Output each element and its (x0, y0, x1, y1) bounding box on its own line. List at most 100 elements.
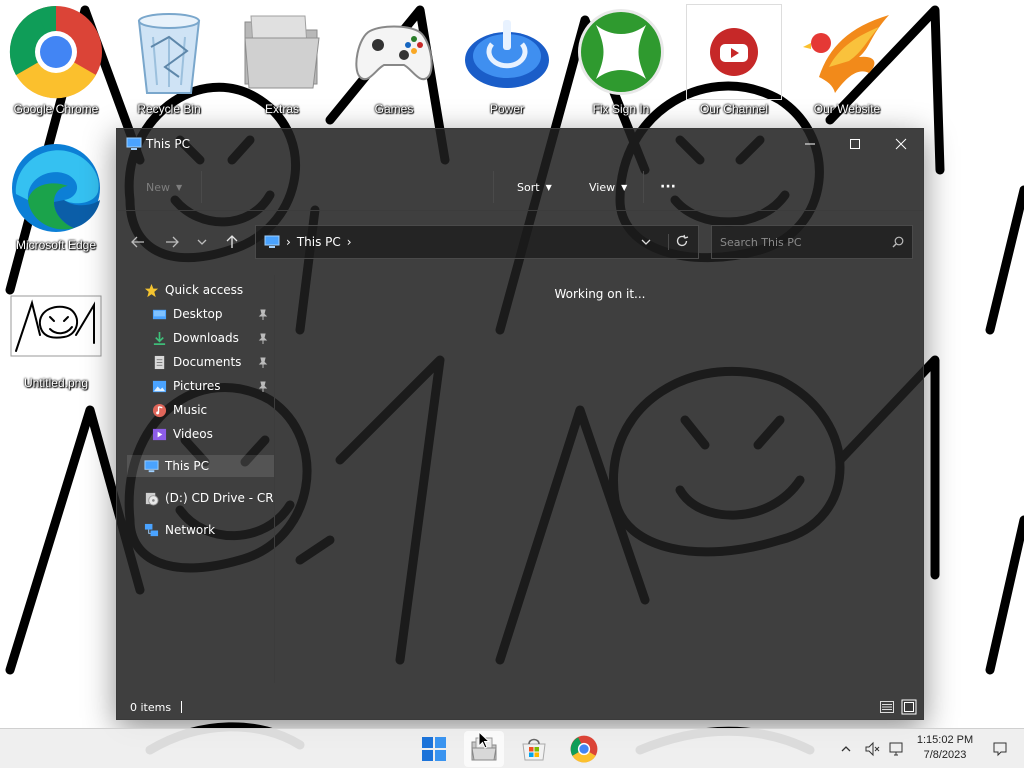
refresh-icon (676, 234, 688, 247)
command-bar: New ▼ Sort ▼ View ▼ ··· (117, 159, 923, 211)
nav-label: Music (173, 403, 208, 417)
nav-item-videos[interactable]: Videos (151, 423, 213, 445)
desktop-icon-recycle-bin[interactable]: Recycle Bin (117, 4, 221, 124)
address-bar[interactable]: › This PC › (255, 225, 699, 259)
download-icon (151, 330, 167, 346)
close-button[interactable] (878, 129, 924, 159)
taskbar: 1:15:02 PM 7/8/2023 (0, 728, 1024, 768)
file-explorer-window[interactable]: This PC New ▼ Sort ▼ View ▼ ··· › This P… (116, 128, 924, 720)
desktop-icon-label: Fix Sign In (592, 102, 650, 116)
new-label: New (146, 180, 170, 194)
breadcrumb-separator[interactable]: › (347, 235, 352, 249)
notifications-button[interactable] (992, 741, 1008, 757)
nav-label: (D:) CD Drive - CRM (165, 491, 275, 505)
desktop-icon-google-chrome[interactable]: Google Chrome (4, 4, 108, 124)
desktop-icon-label: Extras (264, 102, 299, 116)
breadcrumb-separator[interactable]: › (286, 235, 291, 249)
mouse-cursor-icon (478, 731, 490, 749)
nav-item-this-pc[interactable]: This PC (127, 455, 274, 477)
clock-date: 7/8/2023 (923, 749, 967, 761)
cd-drive-icon (143, 490, 159, 506)
toolbar-divider (643, 171, 644, 203)
search-icon (892, 236, 904, 251)
show-hidden-icons-button[interactable] (838, 741, 854, 757)
nav-label: Network (165, 523, 216, 537)
maximize-button[interactable] (832, 129, 878, 159)
close-icon (895, 138, 907, 150)
nav-item-cd-drive[interactable]: (D:) CD Drive - CRM (143, 487, 275, 509)
desktop-icon-games[interactable]: Games (342, 4, 446, 124)
breadcrumb-this-pc[interactable]: This PC (297, 235, 341, 249)
file-list-area[interactable]: Working on it... (276, 275, 923, 683)
desktop-icon (151, 306, 167, 322)
chevron-down-icon: ▼ (545, 182, 552, 192)
details-view-icon[interactable] (879, 699, 895, 715)
music-icon (151, 402, 167, 418)
title-bar[interactable]: This PC (117, 129, 923, 159)
up-button[interactable] (221, 231, 243, 253)
desktop-icon-power[interactable]: Power (455, 4, 559, 124)
network-status-icon[interactable] (888, 741, 904, 757)
recycle-bin-icon (121, 4, 217, 100)
start-icon (422, 737, 446, 761)
desktop-icon-label: Microsoft Edge (15, 238, 97, 252)
loading-message: Working on it... (554, 287, 646, 301)
xbox-icon (573, 4, 669, 100)
nav-item-quick-access[interactable]: Quick access (143, 279, 243, 301)
youtube-icon (686, 4, 782, 100)
toolbar-divider (201, 171, 202, 203)
notification-icon (993, 742, 1007, 757)
desktop-icon-microsoft-edge[interactable]: Microsoft Edge (4, 140, 108, 260)
nav-label: Quick access (165, 283, 244, 297)
desktop-icon-label: Power (489, 102, 524, 116)
clock-time: 1:15:02 PM (916, 734, 974, 746)
nav-item-pictures[interactable]: Pictures (151, 375, 221, 397)
new-button[interactable]: New ▼ (146, 175, 182, 199)
nav-label: Videos (173, 427, 213, 441)
address-history-button[interactable] (640, 236, 652, 251)
refresh-button[interactable] (668, 234, 694, 250)
chrome-icon (570, 735, 598, 763)
sort-button[interactable]: Sort ▼ (517, 175, 552, 199)
large-icons-view-icon[interactable] (901, 699, 917, 715)
nav-item-downloads[interactable]: Downloads (151, 327, 239, 349)
search-input[interactable] (720, 235, 880, 249)
nav-item-documents[interactable]: Documents (151, 351, 241, 373)
search-box[interactable] (711, 225, 913, 259)
desktop-icon-label: Our Channel (699, 102, 769, 116)
nav-label: Downloads (173, 331, 239, 345)
desktop-icon-our-website[interactable]: Our Website (795, 4, 899, 124)
volume-muted-icon[interactable] (864, 741, 880, 757)
minimize-icon (805, 143, 815, 145)
desktop-icon-untitled-png[interactable]: Untitled.png (4, 278, 108, 398)
chevron-down-icon (641, 239, 651, 245)
view-button[interactable]: View ▼ (589, 175, 627, 199)
desktop-icon-extras[interactable]: Extras (230, 4, 334, 124)
desktop-icon-label: Our Website (813, 102, 881, 116)
more-options-button[interactable]: ··· (660, 175, 676, 199)
chevron-down-icon (197, 239, 207, 245)
taskbar-microsoft-store[interactable] (514, 731, 554, 767)
chevron-down-icon: ▼ (621, 182, 628, 192)
back-button[interactable] (127, 231, 149, 253)
nav-item-network[interactable]: Network (143, 519, 215, 541)
star-icon (143, 282, 159, 298)
taskbar-google-chrome[interactable] (564, 731, 604, 767)
pin-icon (258, 309, 268, 320)
recent-locations-button[interactable] (191, 231, 213, 253)
desktop-icon-fix-sign-in[interactable]: Fix Sign In (569, 4, 673, 124)
power-icon (459, 4, 555, 100)
arrow-right-icon (166, 236, 179, 248)
system-clock[interactable]: 1:15:02 PM 7/8/2023 (908, 733, 982, 763)
minimize-button[interactable] (787, 129, 833, 159)
desktop-icon-label: Untitled.png (23, 376, 89, 390)
forward-button[interactable] (161, 231, 183, 253)
microsoft-store-icon (522, 738, 546, 761)
pin-icon (258, 333, 268, 344)
start-button[interactable] (414, 731, 454, 767)
network-icon (143, 522, 159, 538)
status-bar: 0 items (117, 695, 923, 719)
desktop-icon-our-channel[interactable]: Our Channel (682, 4, 786, 124)
nav-item-desktop[interactable]: Desktop (151, 303, 223, 325)
nav-item-music[interactable]: Music (151, 399, 207, 421)
